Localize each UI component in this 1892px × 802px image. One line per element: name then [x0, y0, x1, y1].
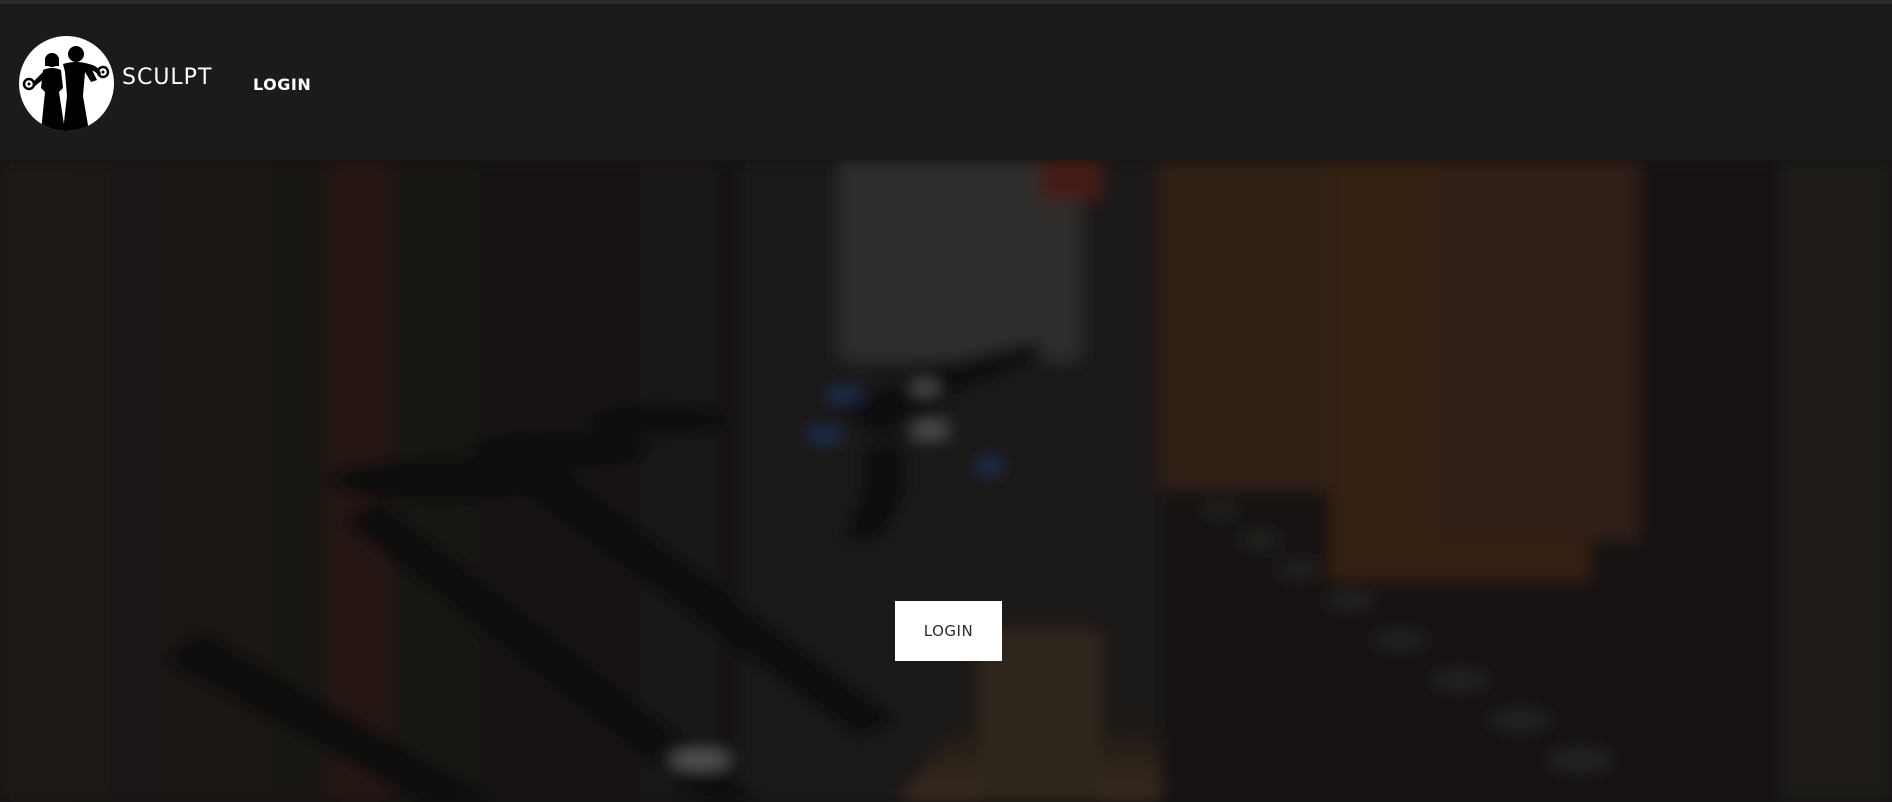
- brand-name[interactable]: SCULPT: [122, 65, 212, 90]
- nav-login-link[interactable]: LOGIN: [253, 75, 311, 94]
- hero-background-image: [0, 160, 1892, 802]
- navbar: SCULPT LOGIN: [0, 4, 1892, 160]
- hero-login-button[interactable]: LOGIN: [895, 601, 1002, 661]
- hero-section: LOGIN: [0, 160, 1892, 802]
- fitness-couple-dumbbells-icon: [22, 46, 110, 131]
- logo[interactable]: [19, 36, 114, 131]
